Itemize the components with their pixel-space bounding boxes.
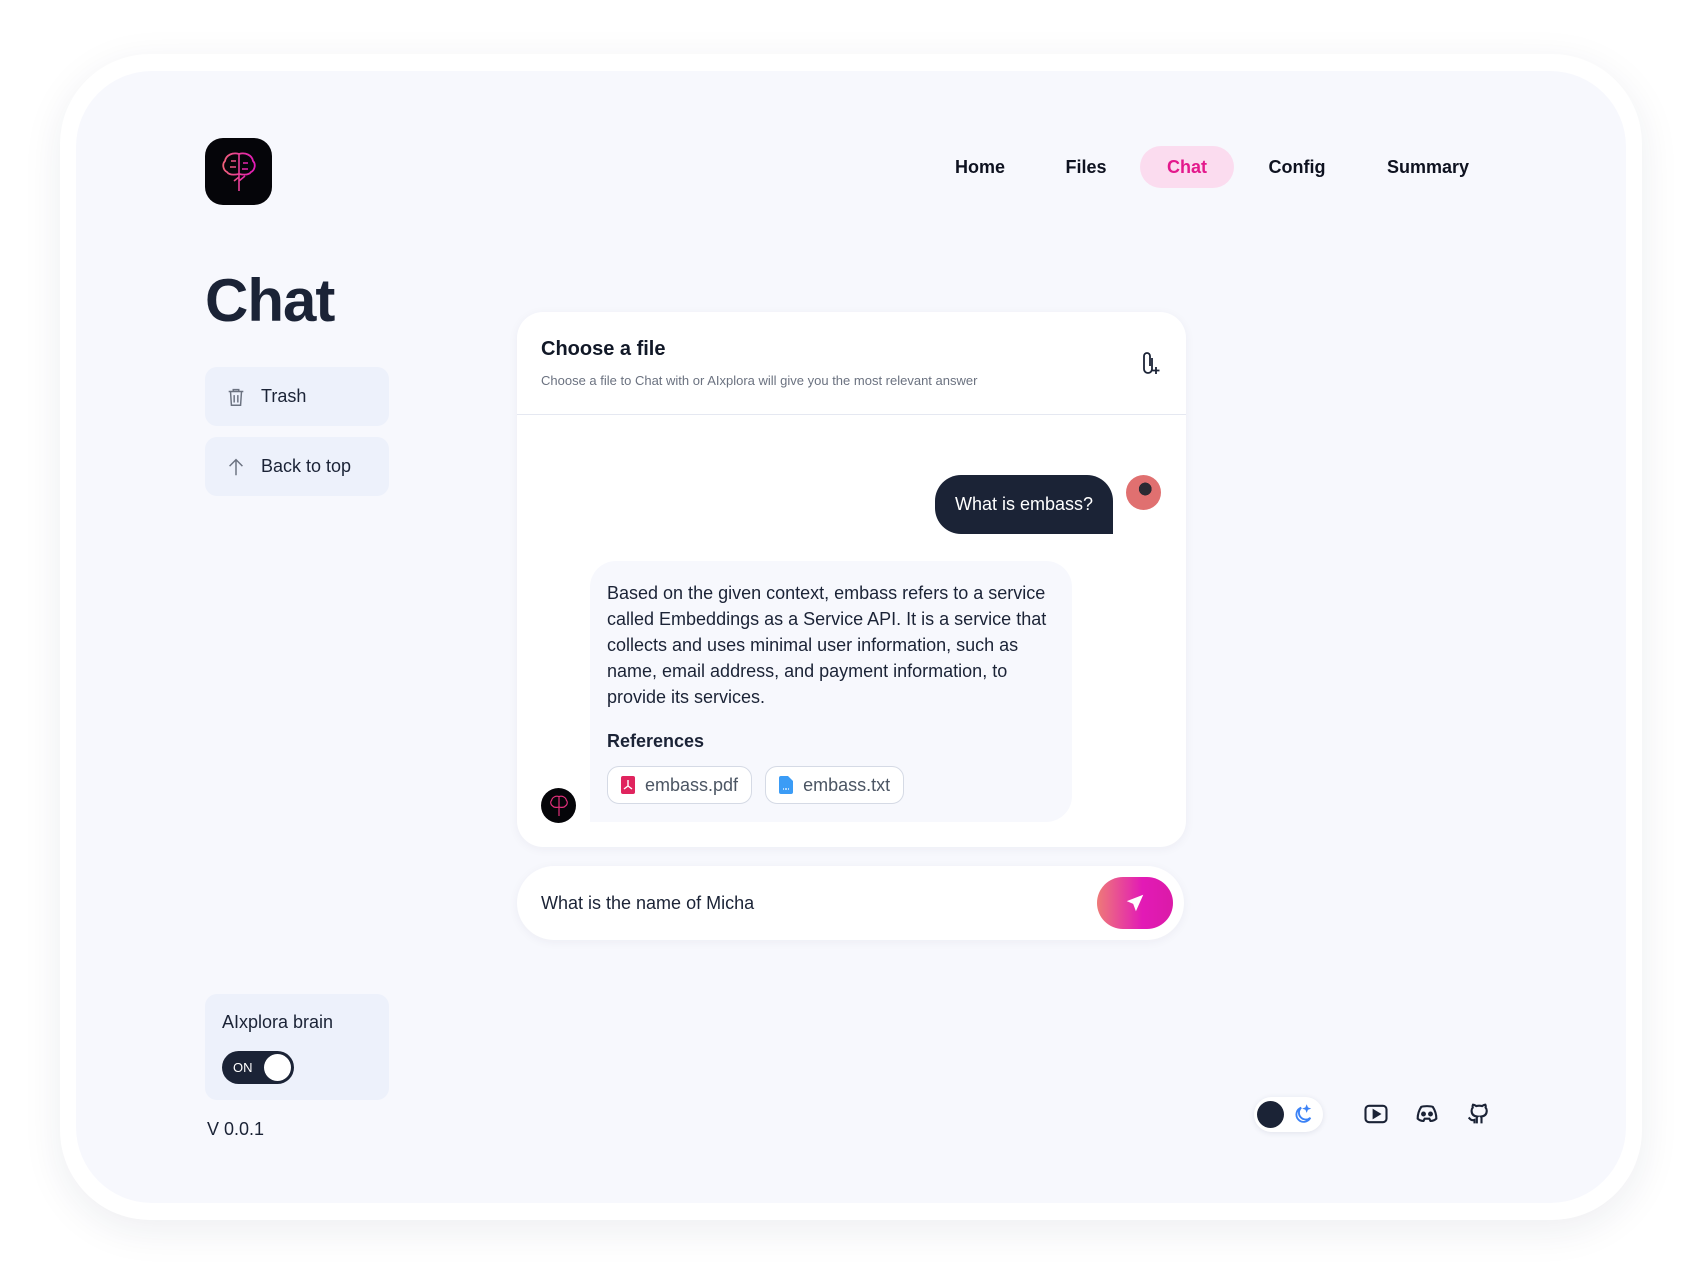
reference-name: embass.pdf [645,774,739,795]
theme-toggle-knob [1257,1101,1284,1128]
user-message: What is embass? [935,475,1113,534]
arrow-up-icon [229,458,243,475]
brain-logo[interactable] [205,138,272,205]
brain-label: AIxplora brain [222,1012,334,1032]
nav-home[interactable]: Home [940,146,1020,188]
trash-button[interactable]: Trash [205,367,389,426]
toggle-state: ON [233,1060,253,1075]
chat-card: Choose a file Choose a file to Chat with… [517,312,1186,847]
brain-tree-icon [549,795,568,816]
reference-name: embass.txt [803,774,891,795]
trash-label: Trash [261,386,307,406]
send-icon [1126,894,1144,912]
reference-chip-pdf[interactable]: embass.pdf [607,766,753,804]
theme-toggle[interactable] [1254,1097,1323,1132]
references-heading: References [607,731,705,751]
send-button[interactable] [1097,877,1173,929]
nav-chat[interactable]: Chat [1140,146,1234,188]
back-to-top-button[interactable]: Back to top [205,437,389,496]
chat-input[interactable] [541,866,1091,940]
assistant-avatar [541,788,576,823]
version-label: V 0.0.1 [207,1119,265,1139]
github-icon[interactable] [1464,1100,1492,1128]
back-to-top-label: Back to top [261,456,352,476]
brain-settings: AIxplora brain ON [205,994,389,1100]
user-avatar [1126,475,1161,510]
toggle-knob [264,1054,291,1081]
reference-chip-txt[interactable]: embass.txt [765,766,905,804]
trash-icon [228,388,244,406]
pdf-file-icon [621,776,635,794]
discord-icon[interactable] [1413,1100,1441,1128]
text-file-icon [779,776,794,794]
nav-files[interactable]: Files [1050,146,1122,188]
chat-input-bar [517,866,1184,940]
file-picker-title: Choose a file [541,338,666,360]
brain-tree-icon [221,152,256,191]
brain-toggle[interactable]: ON [222,1051,294,1084]
file-picker[interactable]: Choose a file Choose a file to Chat with… [517,312,1186,415]
page-title: Chat [205,267,335,334]
youtube-icon[interactable] [1362,1100,1390,1128]
nav-config[interactable]: Config [1255,146,1339,188]
moon-icon [1295,1104,1312,1123]
assistant-message: Based on the given context, embass refer… [590,561,1072,822]
paperclip-plus-icon[interactable] [1140,350,1162,376]
nav-summary[interactable]: Summary [1375,146,1481,188]
assistant-message-text: Based on the given context, embass refer… [607,583,1047,707]
file-picker-subtitle: Choose a file to Chat with or AIxplora w… [541,373,978,388]
